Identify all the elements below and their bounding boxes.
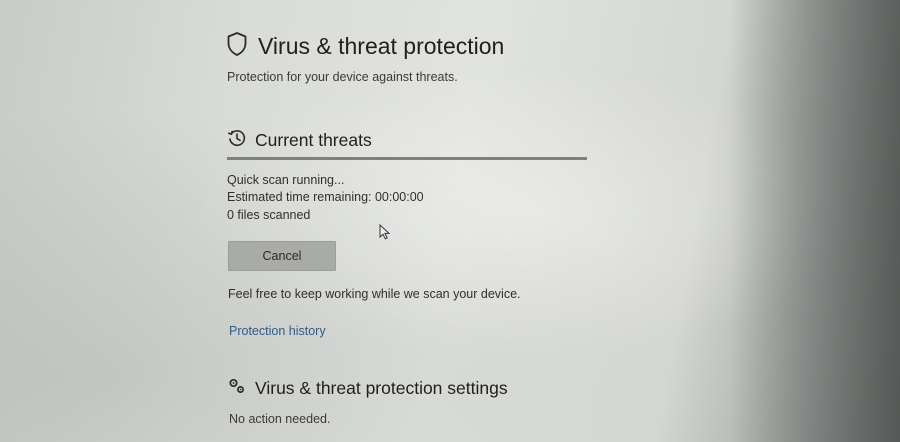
- settings-header: Virus & threat protection settings: [227, 376, 508, 401]
- current-threats-header: Current threats: [227, 128, 372, 153]
- mouse-pointer-icon: [379, 223, 391, 245]
- scan-files-count: 0 files scanned: [227, 208, 311, 222]
- cancel-button[interactable]: Cancel: [228, 241, 336, 271]
- current-threats-title: Current threats: [255, 130, 372, 150]
- monitor-edge: [730, 0, 900, 442]
- scan-progress-fill: [227, 157, 587, 160]
- page-subtitle: Protection for your device against threa…: [227, 70, 458, 84]
- settings-title: Virus & threat protection settings: [255, 378, 508, 398]
- scan-time-remaining: Estimated time remaining: 00:00:00: [227, 190, 424, 204]
- gears-icon: [227, 376, 247, 401]
- scan-status: Quick scan running...: [227, 173, 345, 187]
- main-content: Virus & threat protection Protection for…: [226, 0, 606, 442]
- page-header: Virus & threat protection: [226, 26, 504, 66]
- page-title: Virus & threat protection: [258, 32, 505, 59]
- protection-history-link[interactable]: Protection history: [229, 324, 326, 338]
- scan-info-text: Feel free to keep working while we scan …: [228, 287, 521, 301]
- shield-icon: [226, 31, 248, 62]
- settings-status: No action needed.: [229, 412, 331, 426]
- scan-progress-bar: [227, 157, 587, 160]
- history-clock-icon: [227, 128, 247, 153]
